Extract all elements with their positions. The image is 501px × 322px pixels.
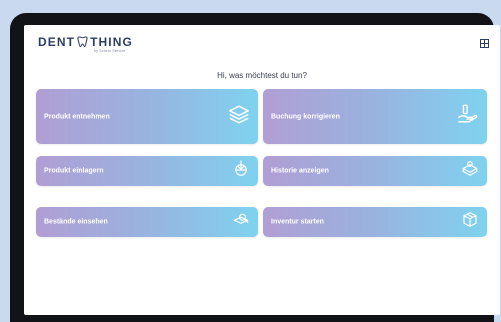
tile-label: Buchung korrigieren bbox=[271, 113, 340, 120]
tile-produkt-entnehmen[interactable]: Produkt entnehmen bbox=[36, 89, 258, 144]
boxes-icon bbox=[461, 211, 479, 234]
tile-label: Bestände einsehen bbox=[44, 218, 108, 226]
logo-text-left: DENT bbox=[38, 35, 76, 49]
grid-icon[interactable] bbox=[478, 37, 490, 49]
tile-label: Inventur starten bbox=[271, 218, 324, 226]
tile-produkt-einlagern[interactable]: Produkt einlagern bbox=[36, 156, 258, 186]
layers-icon bbox=[228, 103, 250, 130]
app-logo: DENT THING bbox=[38, 35, 133, 49]
app-header: DENT THING by Schein Service bbox=[24, 25, 500, 67]
tile-inventur-starten[interactable]: Inventur starten bbox=[263, 207, 487, 237]
logo-text-right: THING bbox=[90, 35, 133, 49]
tile-historie-anzeigen[interactable]: Historie anzeigen bbox=[263, 156, 487, 186]
tile-label: Historie anzeigen bbox=[271, 167, 329, 175]
logo-subtitle: by Schein Service bbox=[94, 49, 126, 53]
history-box-icon bbox=[461, 160, 479, 183]
tile-bestaende-einsehen[interactable]: Bestände einsehen bbox=[36, 207, 258, 237]
greeting-text: Hi, was möchtest du tun? bbox=[217, 71, 307, 80]
hand-edit-icon bbox=[457, 103, 479, 130]
tooth-icon bbox=[77, 36, 88, 48]
tile-label: Produkt einlagern bbox=[44, 167, 104, 175]
tile-buchung-korrigieren[interactable]: Buchung korrigieren bbox=[263, 89, 487, 144]
inbox-down-icon bbox=[232, 160, 250, 183]
inspect-icon bbox=[232, 211, 250, 234]
tile-label: Produkt entnehmen bbox=[44, 113, 110, 120]
app-screen: DENT THING by Schein Service Hi, was möc… bbox=[24, 25, 500, 315]
